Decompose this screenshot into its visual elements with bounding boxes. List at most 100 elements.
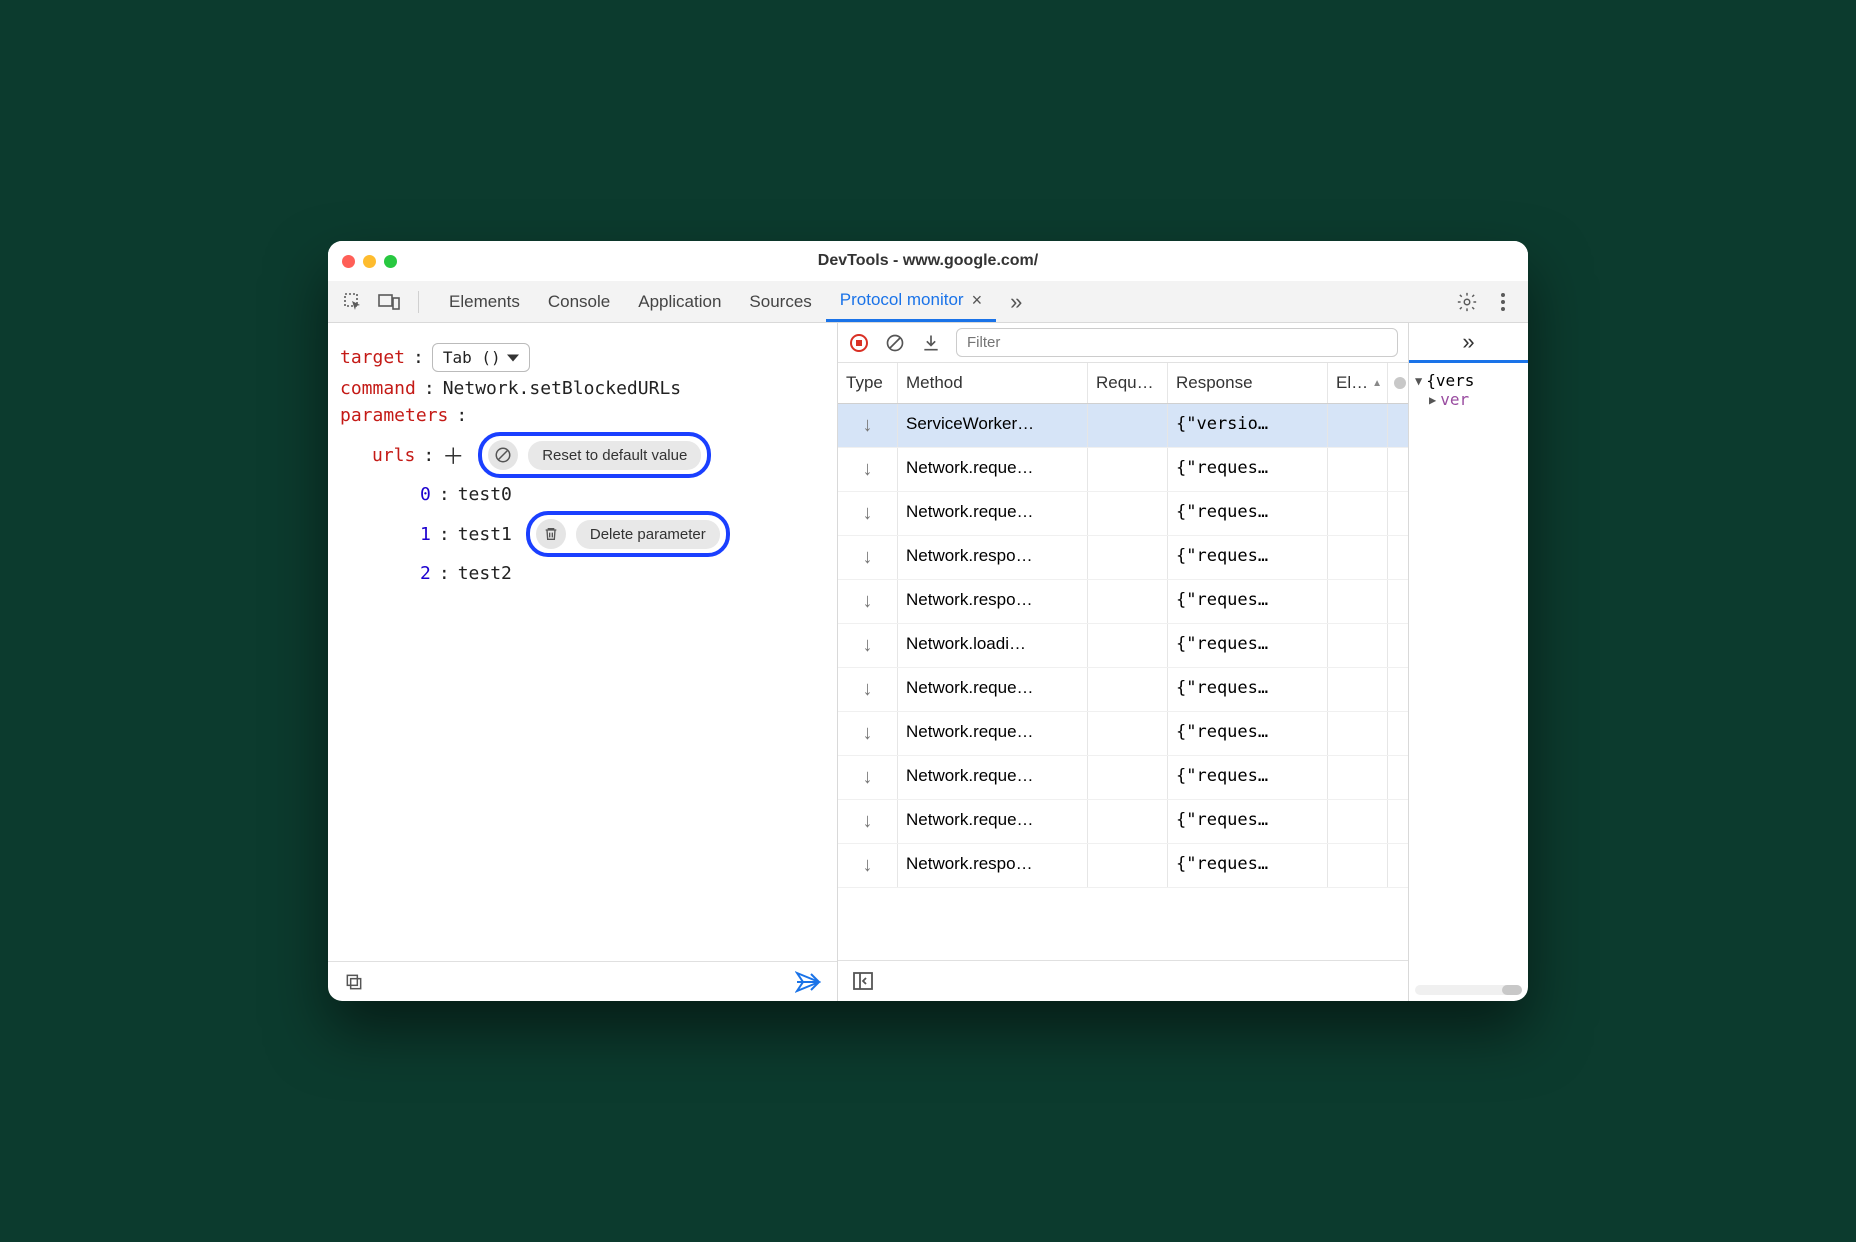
table-row[interactable]: ↓Network.loadi…{"reques… <box>838 624 1408 668</box>
settings-icon[interactable] <box>1454 289 1480 315</box>
item-value: test0 <box>458 484 512 505</box>
table-row[interactable]: ↓Network.reque…{"reques… <box>838 712 1408 756</box>
table-row[interactable]: ↓Network.respo…{"reques… <box>838 580 1408 624</box>
kebab-menu-icon[interactable] <box>1490 289 1516 315</box>
monitor-main: Type Method Requ… Response El… ↓ServiceW… <box>838 323 1408 1001</box>
row-response: {"reques… <box>1168 756 1328 799</box>
table-row[interactable]: ↓Network.reque…{"reques… <box>838 668 1408 712</box>
filter-input[interactable] <box>956 328 1398 357</box>
row-method: Network.loadi… <box>898 624 1088 667</box>
command-row: command: Network.setBlockedURLs <box>340 378 825 399</box>
row-method: ServiceWorker… <box>898 404 1088 447</box>
tab-application[interactable]: Application <box>624 281 735 322</box>
caret-down-icon: ▼ <box>1415 374 1422 388</box>
detail-panel: » ▼ {vers ▶ ver <box>1408 323 1528 1001</box>
target-row: target: Tab () <box>340 343 825 372</box>
row-response: {"reques… <box>1168 492 1328 535</box>
item-value: test2 <box>458 563 512 584</box>
reset-icon[interactable] <box>488 440 518 470</box>
col-request[interactable]: Requ… <box>1088 363 1168 403</box>
row-response: {"versio… <box>1168 404 1328 447</box>
row-request <box>1088 668 1168 711</box>
table-row[interactable]: ↓ServiceWorker… {"versio… <box>838 404 1408 448</box>
horizontal-scrollbar[interactable] <box>1415 985 1522 995</box>
parameters-label: parameters <box>340 405 448 426</box>
col-method[interactable]: Method <box>898 363 1088 403</box>
tab-label: Protocol monitor <box>840 290 964 310</box>
send-button[interactable] <box>795 971 821 993</box>
more-tabs-icon: » <box>1462 329 1474 355</box>
minimize-window-button[interactable] <box>363 255 376 268</box>
command-value[interactable]: Network.setBlockedURLs <box>443 378 681 399</box>
monitor-toolbar <box>838 323 1408 363</box>
tree-root[interactable]: ▼ {vers <box>1415 371 1522 390</box>
close-tab-icon[interactable]: × <box>972 290 983 311</box>
tab-protocol-monitor[interactable]: Protocol monitor × <box>826 281 996 322</box>
scrollbar-thumb[interactable] <box>1394 377 1406 389</box>
toggle-sidebar-icon[interactable] <box>852 971 874 991</box>
divider <box>418 291 419 313</box>
row-elapsed <box>1328 624 1388 667</box>
titlebar: DevTools - www.google.com/ <box>328 241 1528 281</box>
row-type: ↓ <box>838 404 898 447</box>
row-method: Network.reque… <box>898 800 1088 843</box>
table-row[interactable]: ↓Network.respo…{"reques… <box>838 536 1408 580</box>
row-elapsed <box>1328 800 1388 843</box>
clear-icon[interactable] <box>884 332 906 354</box>
delete-callout: Delete parameter <box>526 511 730 557</box>
row-elapsed <box>1328 712 1388 755</box>
trash-icon[interactable] <box>536 519 566 549</box>
row-method: Network.reque… <box>898 492 1088 535</box>
row-elapsed <box>1328 448 1388 491</box>
url-item-0[interactable]: 0 : test0 <box>420 484 825 505</box>
row-request <box>1088 448 1168 491</box>
url-item-1[interactable]: 1 : test1 Delete parameter <box>420 511 825 557</box>
more-tabs-button[interactable]: » <box>996 281 1036 322</box>
target-value: Tab () <box>443 348 501 367</box>
row-method: Network.reque… <box>898 668 1088 711</box>
tab-elements[interactable]: Elements <box>435 281 534 322</box>
maximize-window-button[interactable] <box>384 255 397 268</box>
tab-sources[interactable]: Sources <box>735 281 825 322</box>
target-label: target <box>340 347 405 368</box>
download-icon[interactable] <box>920 332 942 354</box>
reset-pill[interactable]: Reset to default value <box>528 441 701 470</box>
add-item-icon[interactable]: ＋ <box>442 439 464 471</box>
table-header: Type Method Requ… Response El… <box>838 363 1408 404</box>
col-response[interactable]: Response <box>1168 363 1328 403</box>
table-row[interactable]: ↓Network.reque…{"reques… <box>838 448 1408 492</box>
item-value: test1 <box>458 524 512 545</box>
row-elapsed <box>1328 668 1388 711</box>
row-elapsed <box>1328 536 1388 579</box>
inspect-icon[interactable] <box>340 289 366 315</box>
tab-label: Console <box>548 292 610 312</box>
table-row[interactable]: ↓Network.reque…{"reques… <box>838 756 1408 800</box>
row-request <box>1088 580 1168 623</box>
url-item-2[interactable]: 2 : test2 <box>420 563 825 584</box>
tab-console[interactable]: Console <box>534 281 624 322</box>
panel-tabs: Elements Console Application Sources Pro… <box>435 281 1036 322</box>
table-row[interactable]: ↓Network.respo…{"reques… <box>838 844 1408 888</box>
delete-pill[interactable]: Delete parameter <box>576 520 720 549</box>
col-elapsed[interactable]: El… <box>1328 363 1388 403</box>
row-elapsed <box>1328 404 1388 447</box>
table-row[interactable]: ↓Network.reque…{"reques… <box>838 800 1408 844</box>
copy-icon[interactable] <box>344 972 364 992</box>
devtools-window: DevTools - www.google.com/ Elements Cons… <box>328 241 1528 1001</box>
record-icon[interactable] <box>848 332 870 354</box>
command-editor: target: Tab () command: Network.setBlock… <box>328 323 837 961</box>
detail-tabs[interactable]: » <box>1409 323 1528 363</box>
row-type: ↓ <box>838 448 898 491</box>
row-method: Network.reque… <box>898 448 1088 491</box>
detail-body: ▼ {vers ▶ ver <box>1409 363 1528 1001</box>
row-type: ↓ <box>838 756 898 799</box>
row-request <box>1088 756 1168 799</box>
close-window-button[interactable] <box>342 255 355 268</box>
table-row[interactable]: ↓Network.reque…{"reques… <box>838 492 1408 536</box>
tree-child[interactable]: ▶ ver <box>1429 390 1522 409</box>
row-response: {"reques… <box>1168 536 1328 579</box>
col-type[interactable]: Type <box>838 363 898 403</box>
tab-label: Elements <box>449 292 520 312</box>
device-toggle-icon[interactable] <box>376 289 402 315</box>
target-select[interactable]: Tab () <box>432 343 530 372</box>
